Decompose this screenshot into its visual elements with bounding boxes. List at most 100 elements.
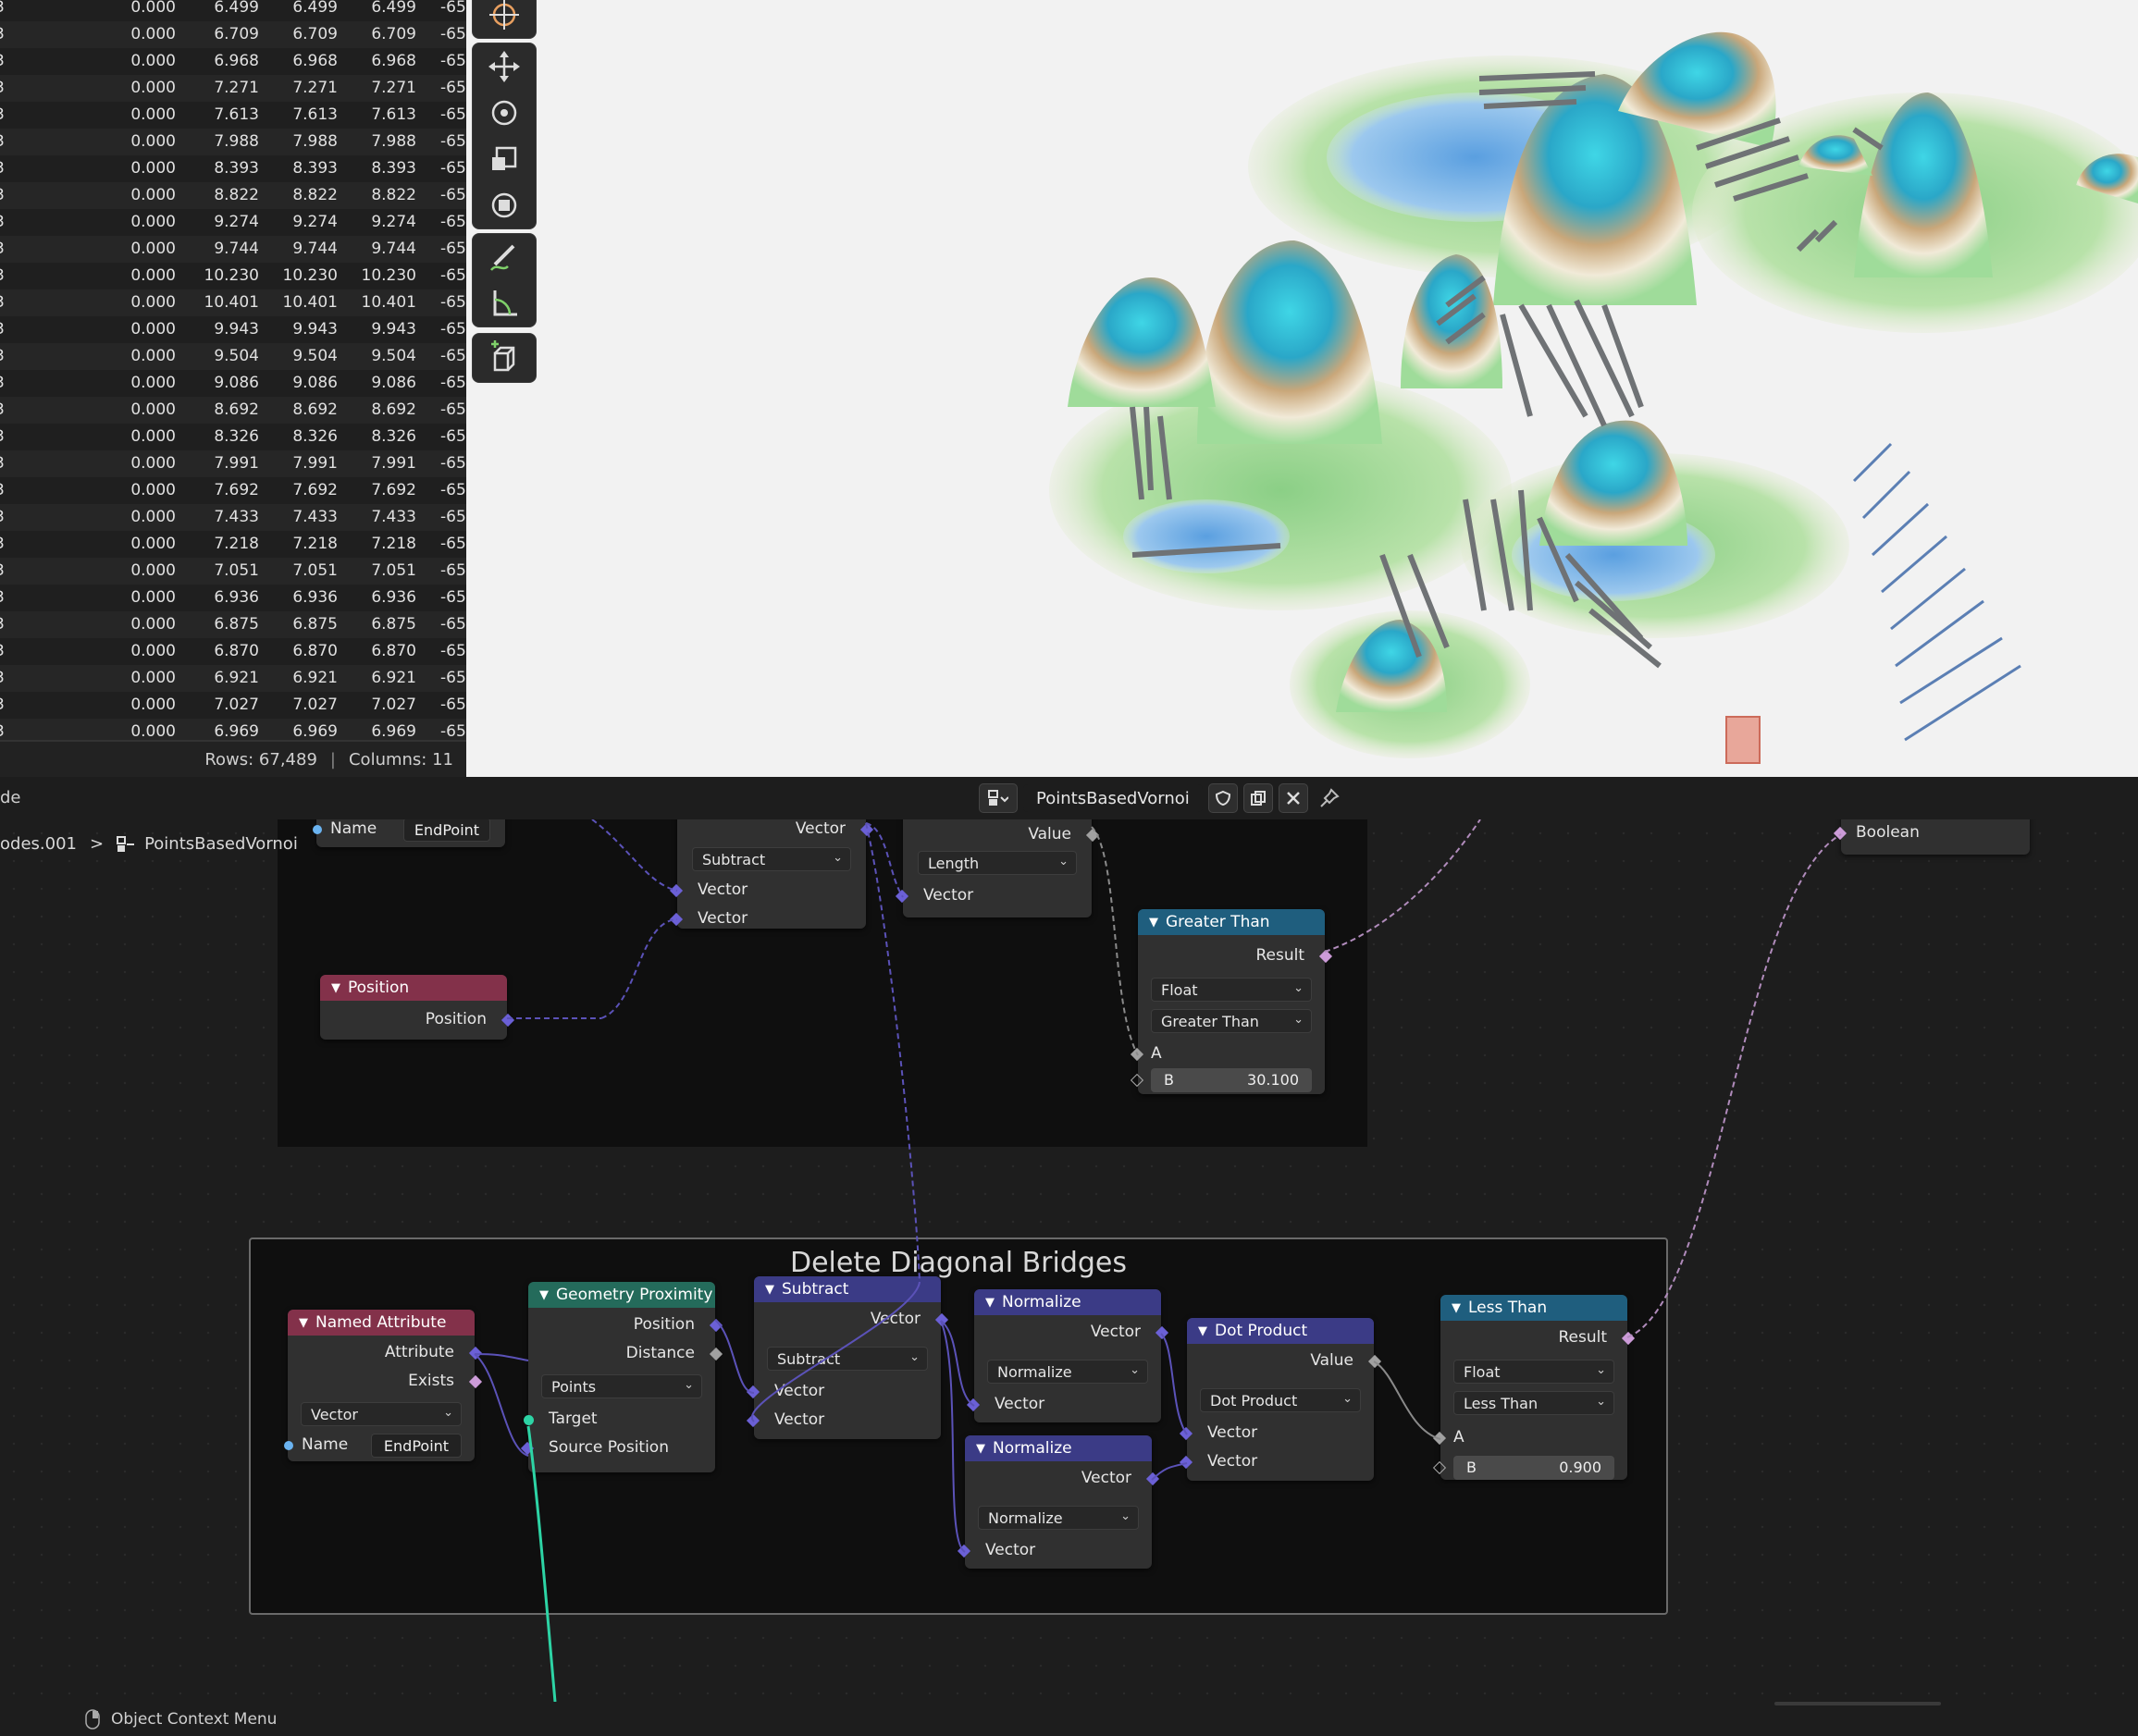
spreadsheet-row[interactable]: 3 0.000 6.921 6.921 6.921 -65: [0, 665, 466, 692]
spreadsheet-row[interactable]: 3 0.000 9.943 9.943 9.943 -65: [0, 316, 466, 343]
spreadsheet-row[interactable]: 3 0.000 7.433 7.433 7.433 -65: [0, 504, 466, 531]
operation-dropdown[interactable]: Subtract ⌄: [767, 1347, 928, 1371]
greater-than-node[interactable]: ▼ Greater Than Result Float ⌄ Greater Than…: [1130, 909, 1333, 1094]
breadcrumb-parent[interactable]: odes.001: [0, 834, 77, 854]
chevron-down-icon[interactable]: ▼: [299, 1316, 308, 1330]
node-header[interactable]: ▼ Greater Than: [1138, 909, 1325, 935]
scale-tool[interactable]: [473, 136, 536, 182]
named-attribute-node-partial[interactable]: Name EndPoint: [313, 819, 505, 847]
operation-dropdown[interactable]: Length ⌄: [918, 851, 1077, 875]
node-header[interactable]: ▼ Dot Product: [1187, 1318, 1374, 1344]
type-dropdown[interactable]: Float ⌄: [1151, 978, 1312, 1002]
spreadsheet-row[interactable]: 3 0.000 6.709 6.709 6.709 -65: [0, 21, 466, 48]
chevron-down-icon[interactable]: ▼: [1452, 1301, 1461, 1315]
pin-button[interactable]: [1314, 784, 1345, 812]
transform-tool[interactable]: [473, 182, 536, 228]
operation-dropdown[interactable]: Less Than ⌄: [1453, 1391, 1614, 1415]
rotate-tool[interactable]: [473, 90, 536, 136]
spreadsheet-row[interactable]: 3 0.000 7.692 7.692 7.692 -65: [0, 477, 466, 504]
node-tree-name-field[interactable]: PointsBasedVornoi: [1023, 784, 1203, 812]
less-than-node[interactable]: ▼ Less Than Result Float ⌄ Less Than ⌄ A B 0…: [1432, 1295, 1636, 1480]
spreadsheet-row[interactable]: 3 0.000 7.218 7.218 7.218 -65: [0, 531, 466, 558]
spreadsheet-row[interactable]: 3 0.000 9.744 9.744 9.744 -65: [0, 236, 466, 263]
move-tool[interactable]: [473, 43, 536, 90]
chevron-down-icon[interactable]: ▼: [985, 1296, 995, 1310]
spreadsheet-row[interactable]: 3 0.000 8.822 8.822 8.822 -65: [0, 182, 466, 209]
operation-dropdown[interactable]: Normalize ⌄: [978, 1506, 1139, 1530]
subtract-node[interactable]: ▼ Subtract Vector Subtract ⌄ Vector Vector: [746, 1276, 949, 1439]
subtract-node-top[interactable]: Vector Subtract ⌄ Vector Vector: [669, 819, 874, 929]
name-field[interactable]: EndPoint: [371, 1434, 462, 1458]
node-header[interactable]: ▼ Less Than: [1440, 1295, 1627, 1321]
chevron-down-icon[interactable]: ▼: [539, 1288, 549, 1302]
node-header[interactable]: ▼ Position: [320, 975, 507, 1001]
named-attribute-node[interactable]: ▼ Named Attribute Attribute Exists Vector…: [284, 1310, 483, 1461]
spreadsheet-row[interactable]: 3 0.000 8.326 8.326 8.326 -65: [0, 424, 466, 450]
spreadsheet-row[interactable]: 3 0.000 8.393 8.393 8.393 -65: [0, 155, 466, 182]
chevron-down-icon[interactable]: ▼: [1149, 916, 1158, 930]
operation-dropdown[interactable]: Dot Product ⌄: [1200, 1388, 1361, 1412]
chevron-down-icon[interactable]: ▼: [1198, 1324, 1207, 1338]
b-value-field[interactable]: B 30.100: [1151, 1068, 1312, 1092]
b-value-field[interactable]: B 0.900: [1453, 1456, 1614, 1480]
node-header[interactable]: ▼ Normalize: [974, 1289, 1161, 1315]
spreadsheet-row[interactable]: 3 0.000 6.968 6.968 6.968 -65: [0, 48, 466, 75]
position-node[interactable]: ▼ Position Position: [320, 975, 515, 1040]
node-header[interactable]: ▼ Named Attribute: [288, 1310, 475, 1336]
duplicate-button[interactable]: [1242, 783, 1273, 813]
group-output-node-partial[interactable]: Boolean: [1833, 819, 2030, 855]
spreadsheet-rows[interactable]: 3 0.000 6.499 6.499 6.499 -65 3 0.000 6.709 6.709…: [0, 0, 466, 740]
operation-dropdown[interactable]: Greater Than ⌄: [1151, 1009, 1312, 1033]
dot-product-node[interactable]: ▼ Dot Product Value Dot Product ⌄ Vector V…: [1179, 1318, 1382, 1481]
type-dropdown[interactable]: Float ⌄: [1453, 1360, 1614, 1384]
cursor-tool[interactable]: [473, 0, 536, 38]
horizontal-scrollbar[interactable]: [1774, 1702, 1941, 1705]
data-type-dropdown[interactable]: Vector ⌄: [301, 1402, 462, 1426]
breadcrumb-current[interactable]: PointsBasedVornoi: [117, 834, 298, 854]
normalize-node-1[interactable]: ▼ Normalize Vector Normalize ⌄ Vector: [966, 1289, 1169, 1422]
spreadsheet-row[interactable]: 3 0.000 7.051 7.051 7.051 -65: [0, 558, 466, 585]
spreadsheet-row[interactable]: 3 0.000 6.969 6.969 6.969 -65: [0, 719, 466, 740]
spreadsheet-row[interactable]: 3 0.000 6.875 6.875 6.875 -65: [0, 611, 466, 638]
spreadsheet-row[interactable]: 3 0.000 7.991 7.991 7.991 -65: [0, 450, 466, 477]
annotate-tool[interactable]: [473, 234, 536, 280]
measure-tool[interactable]: [473, 280, 536, 326]
normalize-node-2[interactable]: ▼ Normalize Vector Normalize ⌄ Vector: [957, 1435, 1160, 1569]
spreadsheet-row[interactable]: 3 0.000 10.230 10.230 10.230 -65: [0, 263, 466, 289]
operation-dropdown[interactable]: Subtract ⌄: [692, 847, 851, 871]
add-cube-tool[interactable]: [473, 334, 536, 380]
spreadsheet-row[interactable]: 3 0.000 7.271 7.271 7.271 -65: [0, 75, 466, 102]
spreadsheet-row[interactable]: 3 0.000 6.936 6.936 6.936 -65: [0, 585, 466, 611]
spreadsheet-row[interactable]: 3 0.000 7.613 7.613 7.613 -65: [0, 102, 466, 129]
socket[interactable]: [313, 825, 322, 834]
spreadsheet-row[interactable]: 3 0.000 10.401 10.401 10.401 -65: [0, 289, 466, 316]
name-field[interactable]: EndPoint: [403, 819, 490, 842]
chevron-down-icon[interactable]: ▼: [331, 981, 340, 995]
unlink-button[interactable]: [1278, 783, 1308, 813]
geometry-proximity-node[interactable]: ▼ Geometry Proximity Position Distance Po…: [520, 1282, 723, 1472]
spreadsheet-row[interactable]: 3 0.000 9.274 9.274 9.274 -65: [0, 209, 466, 236]
spreadsheet-row[interactable]: 3 0.000 7.027 7.027 7.027 -65: [0, 692, 466, 719]
spreadsheet-row[interactable]: 3 0.000 8.692 8.692 8.692 -65: [0, 397, 466, 424]
spreadsheet-row[interactable]: 3 0.000 6.499 6.499 6.499 -65: [0, 0, 466, 21]
chevron-down-icon[interactable]: ▼: [765, 1283, 774, 1297]
fake-user-button[interactable]: [1207, 783, 1238, 813]
spreadsheet-row[interactable]: 3 0.000 7.988 7.988 7.988 -65: [0, 129, 466, 155]
target-element-dropdown[interactable]: Points ⌄: [541, 1374, 702, 1398]
3d-viewport[interactable]: [466, 0, 2138, 777]
socket[interactable]: [524, 1415, 534, 1425]
node-editor-canvas[interactable]: odes.001 > PointsBasedVornoi Name EndPoi…: [0, 819, 2138, 1702]
node-header[interactable]: ▼ Normalize: [965, 1435, 1152, 1461]
node-tree-selector[interactable]: PointsBasedVornoi: [979, 783, 1345, 813]
node-header[interactable]: ▼ Geometry Proximity: [528, 1282, 715, 1308]
spreadsheet-row[interactable]: 3 0.000 6.870 6.870 6.870 -65: [0, 638, 466, 665]
spreadsheet-row[interactable]: 3 0.000 9.086 9.086 9.086 -65: [0, 370, 466, 397]
length-node-top[interactable]: Value Length ⌄ Vector: [895, 819, 1100, 917]
socket[interactable]: [1833, 826, 1848, 841]
chevron-down-icon[interactable]: ▼: [976, 1442, 985, 1456]
spreadsheet-row[interactable]: 3 0.000 9.504 9.504 9.504 -65: [0, 343, 466, 370]
node-header[interactable]: ▼ Subtract: [754, 1276, 941, 1302]
operation-dropdown[interactable]: Normalize ⌄: [987, 1360, 1148, 1384]
socket[interactable]: [284, 1441, 293, 1450]
node-tree-browse-button[interactable]: [979, 783, 1018, 813]
